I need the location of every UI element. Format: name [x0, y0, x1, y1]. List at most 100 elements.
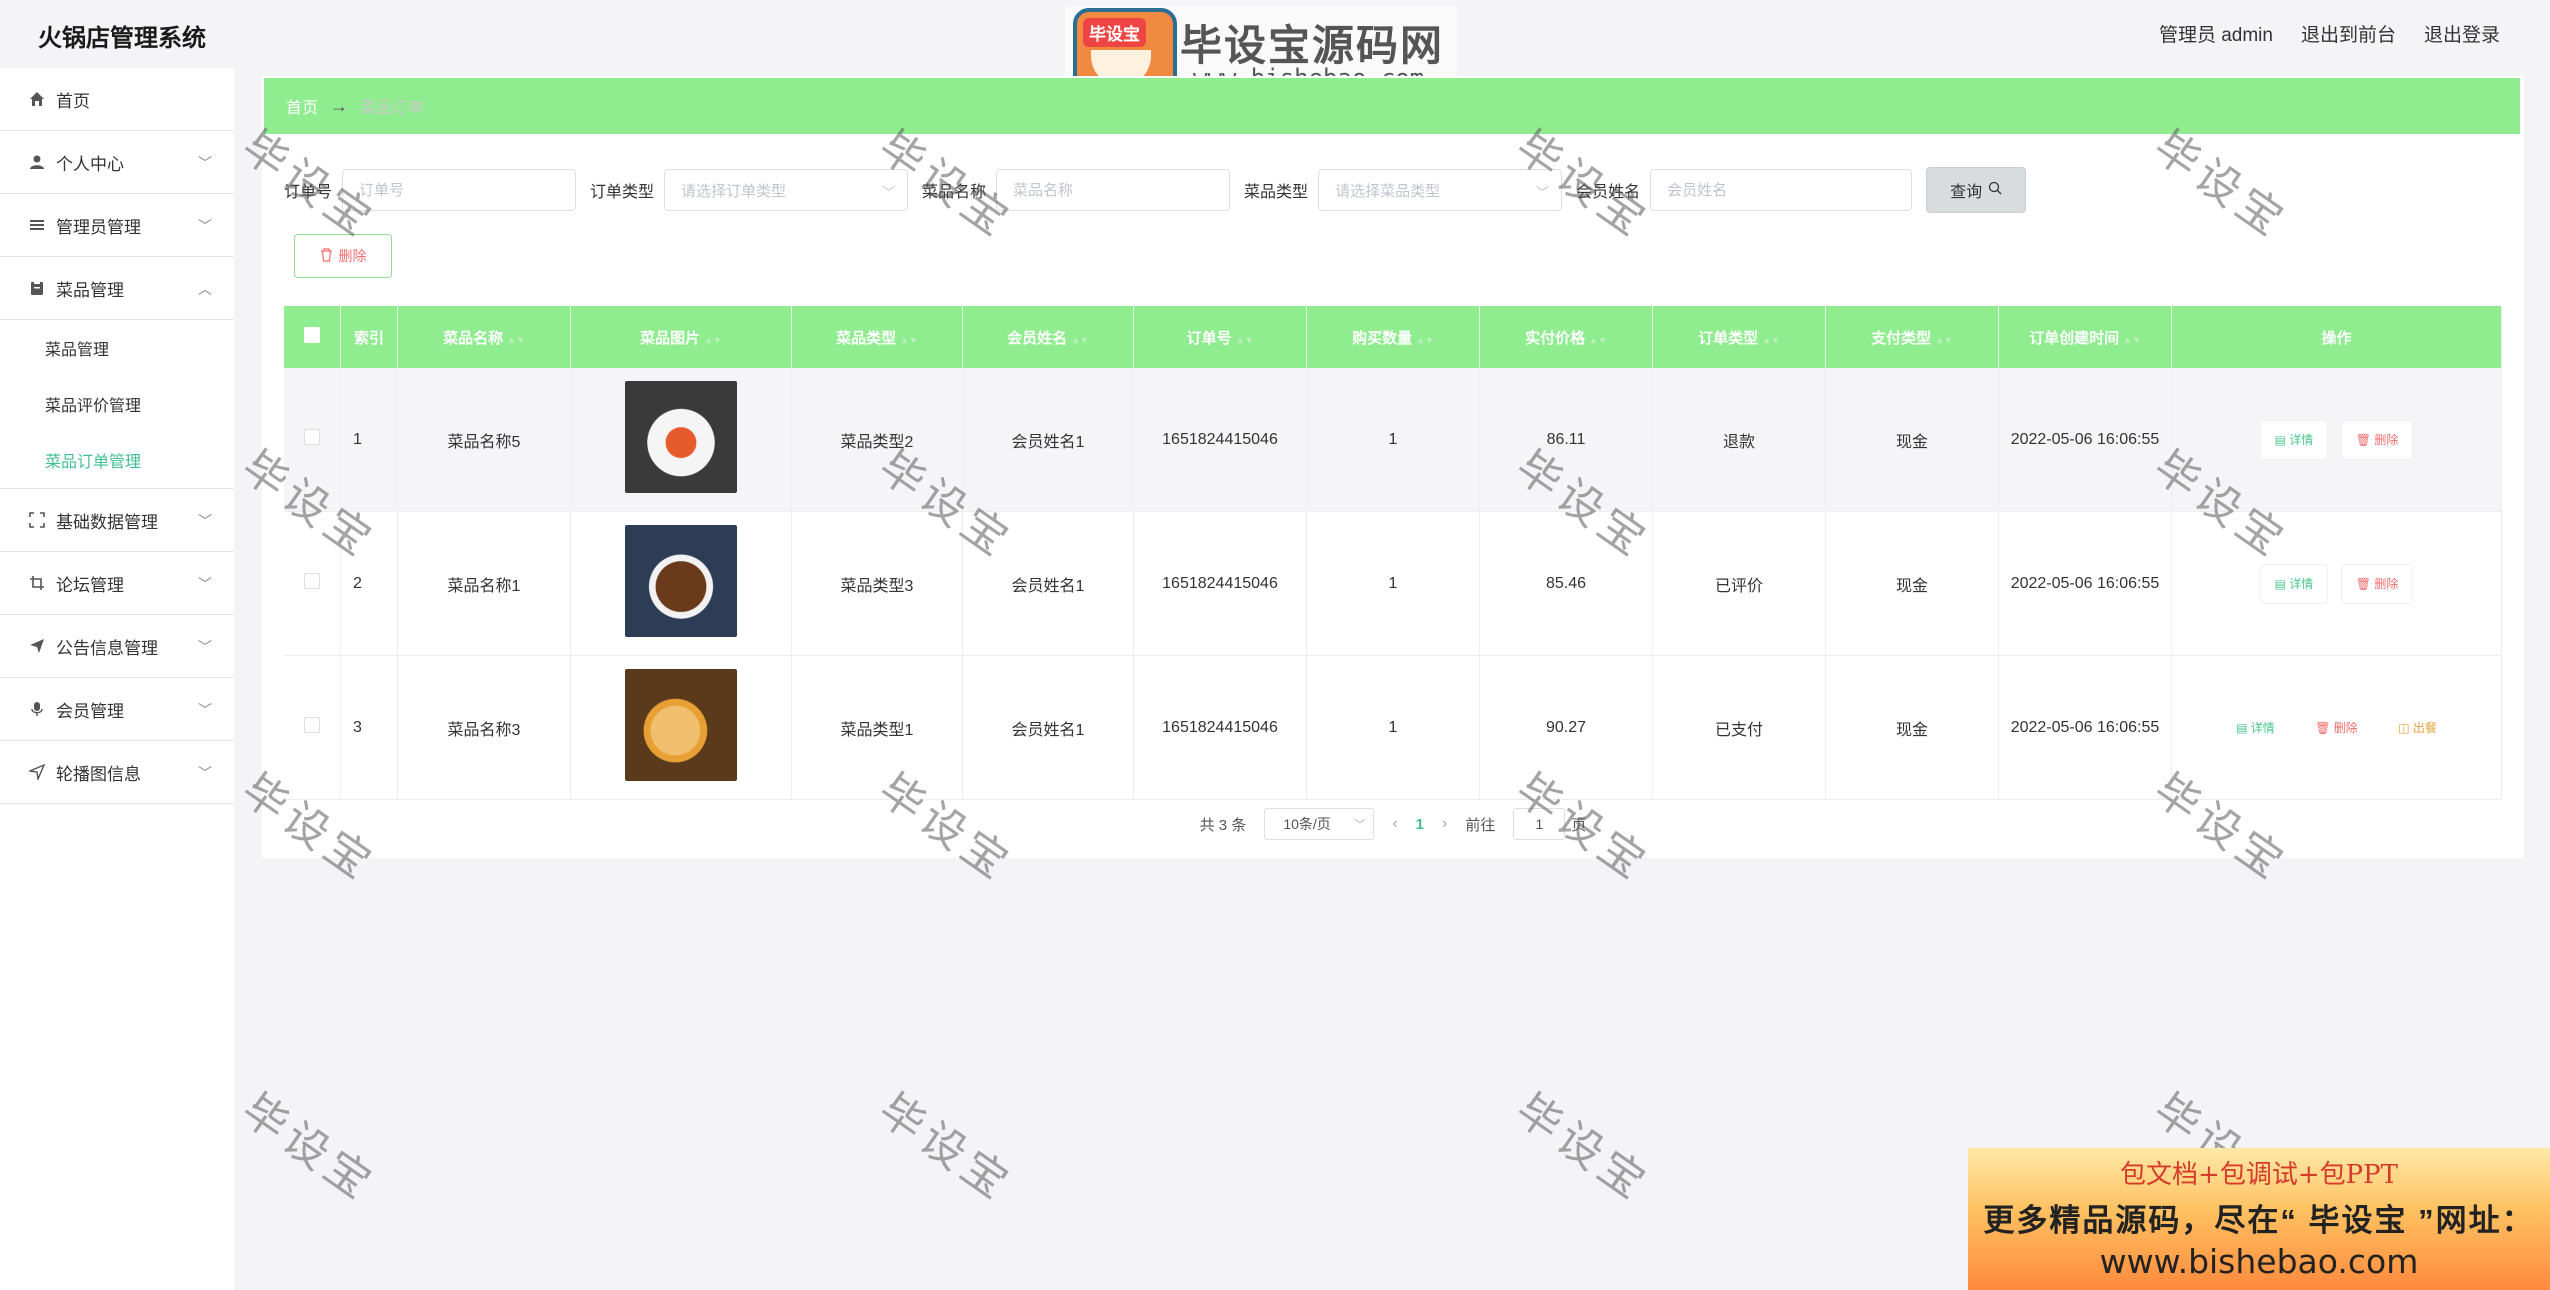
member-name-input[interactable]	[1650, 169, 1913, 211]
dish-image[interactable]	[625, 669, 737, 781]
header-dish-image[interactable]: 菜品图片 ▲▼	[570, 306, 792, 368]
app-title: 火锅店管理系统	[38, 25, 206, 52]
sidebar-item-label: 论坛管理	[56, 575, 124, 595]
dish-name-input[interactable]	[996, 169, 1231, 211]
row-checkbox[interactable]	[304, 429, 320, 445]
row-checkbox[interactable]	[304, 573, 320, 589]
orders-table: 索引 菜品名称 ▲▼ 菜品图片 ▲▼ 菜品类型 ▲▼ 会员姓名 ▲▼ 订单号 ▲▼ 购买数…	[284, 306, 2502, 800]
sort-icon[interactable]: ▲▼	[507, 335, 525, 345]
select-all-cell[interactable]	[284, 306, 341, 368]
page-size-select[interactable]: 10条/页 ﹀	[1264, 808, 1375, 840]
page-size-value: 10条/页	[1283, 816, 1331, 832]
header-label: 订单创建时间	[2029, 329, 2120, 347]
header-dish-type[interactable]: 菜品类型 ▲▼	[791, 306, 963, 368]
delete-button[interactable]: 🗑︎ 删除	[2340, 563, 2414, 604]
header-quantity[interactable]: 购买数量 ▲▼	[1306, 306, 1480, 368]
header-pay-type[interactable]: 支付类型 ▲▼	[1825, 306, 1999, 368]
cell-index: 1	[340, 368, 398, 512]
dish-type-select[interactable]: 请选择菜品类型 ﹀	[1318, 169, 1563, 211]
breadcrumb-home[interactable]: 首页	[286, 94, 318, 118]
sidebar-item-announcements[interactable]: 公告信息管理 ﹀	[0, 615, 234, 678]
query-button[interactable]: 查询	[1926, 167, 2027, 213]
header-order-no[interactable]: 订单号 ▲▼	[1133, 306, 1307, 368]
serve-label: 出餐	[2412, 721, 2437, 735]
row-select-cell[interactable]	[284, 368, 341, 512]
promo-banner[interactable]: 包文档+包调试+包PPT 更多精品源码，尽在“ 毕设宝 ”网址： www.bis…	[1968, 1148, 2550, 1290]
search-icon	[1988, 181, 2002, 200]
document-icon: ▤	[2274, 576, 2290, 591]
header-member-name[interactable]: 会员姓名 ▲▼	[962, 306, 1134, 368]
serve-button[interactable]: ◫ 出餐	[2384, 708, 2451, 747]
submenu-dish-reviews[interactable]: 菜品评价管理	[0, 376, 234, 432]
watermark-text: 毕设宝	[1506, 1084, 1659, 1212]
list-icon	[28, 216, 46, 234]
sort-icon[interactable]: ▲▼	[1416, 335, 1434, 345]
badge-text: 毕设宝	[1083, 18, 1146, 47]
submenu-dish-orders[interactable]: 菜品订单管理	[0, 432, 234, 488]
chevron-down-icon: ﹀	[198, 155, 212, 171]
row-select-cell[interactable]	[284, 511, 341, 656]
header-order-type[interactable]: 订单类型 ▲▼	[1652, 306, 1826, 368]
cell-actions: ▤ 详情 🗑︎ 删除	[2171, 511, 2502, 656]
cell-created-time: 2022-05-06 16:06:55	[1998, 368, 2172, 512]
goto-page-input[interactable]	[1513, 808, 1566, 840]
order-type-label: 订单类型	[590, 184, 655, 201]
trash-icon: 🗑︎	[2315, 720, 2334, 735]
breadcrumb-current: 菜品订单	[360, 100, 425, 117]
detail-button[interactable]: ▤ 详情	[2222, 708, 2289, 747]
sidebar-item-profile[interactable]: 个人中心 ﹀	[0, 131, 234, 194]
sidebar-item-forum[interactable]: 论坛管理 ﹀	[0, 552, 234, 615]
cell-dish-name: 菜品名称5	[397, 368, 571, 512]
delete-button[interactable]: 🗑︎ 删除	[2340, 419, 2414, 460]
order-type-select[interactable]: 请选择订单类型 ﹀	[664, 169, 909, 211]
sidebar-item-admins[interactable]: 管理员管理 ﹀	[0, 194, 234, 257]
header-created-time[interactable]: 订单创建时间 ▲▼	[1998, 306, 2172, 368]
detail-button[interactable]: ▤ 详情	[2259, 419, 2329, 460]
submenu-dish-management[interactable]: 菜品管理	[0, 320, 234, 376]
trash-icon: 🗑︎	[2355, 432, 2375, 447]
batch-delete-button[interactable]: 删除	[294, 234, 392, 278]
header-dish-name[interactable]: 菜品名称 ▲▼	[397, 306, 571, 368]
watermark-text: 毕设宝	[232, 1084, 385, 1212]
delete-button[interactable]: 🗑︎ 删除	[2301, 708, 2372, 747]
sort-icon[interactable]: ▲▼	[1236, 335, 1254, 345]
sort-icon[interactable]: ▲▼	[900, 335, 918, 345]
goto-label: 前往	[1465, 816, 1496, 834]
dish-image[interactable]	[625, 381, 737, 493]
dish-name-label: 菜品名称	[922, 184, 987, 201]
detail-button[interactable]: ▤ 详情	[2259, 563, 2329, 604]
sidebar-item-dishes[interactable]: 菜品管理 ︿	[0, 257, 234, 320]
sort-icon[interactable]: ▲▼	[1935, 335, 1953, 345]
sidebar-item-members[interactable]: 会员管理 ﹀	[0, 678, 234, 741]
sidebar-item-carousel[interactable]: 轮播图信息 ﹀	[0, 741, 234, 804]
sidebar-item-label: 轮播图信息	[56, 764, 141, 784]
crop-icon	[28, 574, 46, 592]
pagination: 共 3 条 10条/页 ﹀ ‹ 1 › 前往 页	[262, 808, 2524, 840]
page-number-current[interactable]: 1	[1416, 816, 1424, 833]
cell-order-type: 已评价	[1652, 511, 1826, 656]
sort-icon[interactable]: ▲▼	[704, 335, 722, 345]
order-no-input[interactable]	[342, 169, 577, 211]
prev-page-button[interactable]: ‹	[1392, 815, 1397, 833]
cell-dish-image	[570, 511, 792, 656]
row-checkbox[interactable]	[304, 717, 320, 733]
cell-created-time: 2022-05-06 16:06:55	[1998, 511, 2172, 656]
chevron-down-icon: ﹀	[1354, 819, 1366, 831]
dish-image[interactable]	[625, 525, 737, 637]
chevron-down-icon: ﹀	[1536, 185, 1550, 200]
sort-icon[interactable]: ▲▼	[1762, 335, 1780, 345]
logout-link[interactable]: 退出登录	[2424, 20, 2500, 47]
header-price[interactable]: 实付价格 ▲▼	[1479, 306, 1653, 368]
sidebar-item-basic-data[interactable]: 基础数据管理 ﹀	[0, 489, 234, 552]
order-no-label: 订单号	[284, 184, 333, 201]
sort-icon[interactable]: ▲▼	[2123, 335, 2141, 345]
row-select-cell[interactable]	[284, 655, 341, 800]
next-page-button[interactable]: ›	[1442, 815, 1447, 833]
select-all-checkbox[interactable]	[304, 327, 320, 343]
cell-member-name: 会员姓名1	[962, 655, 1134, 800]
sort-icon[interactable]: ▲▼	[1071, 335, 1089, 345]
sidebar-item-home[interactable]: 首页	[0, 68, 234, 131]
sort-icon[interactable]: ▲▼	[1589, 335, 1607, 345]
cell-price: 85.46	[1479, 511, 1653, 656]
back-to-front-link[interactable]: 退出到前台	[2301, 20, 2396, 47]
